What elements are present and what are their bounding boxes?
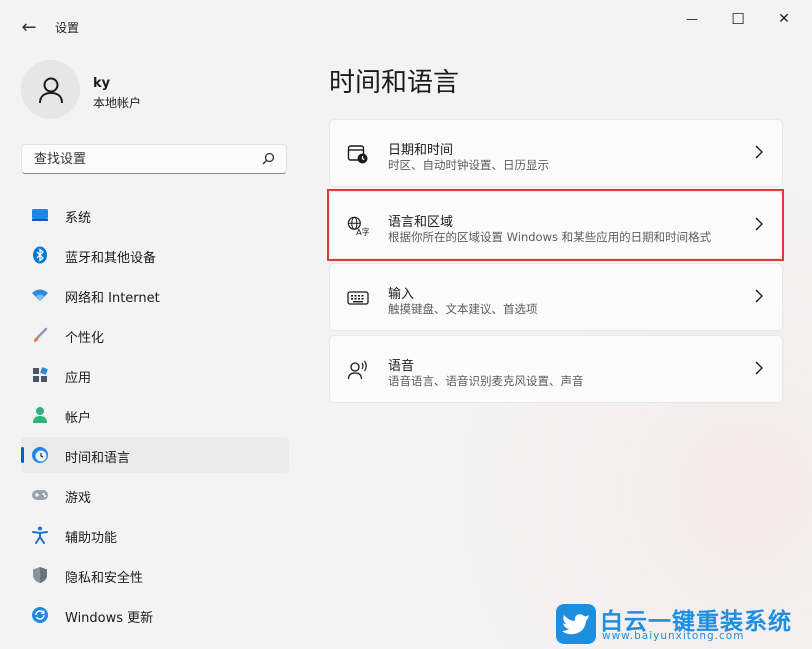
speech-icon: [347, 359, 369, 381]
account-type: 本地帐户: [93, 96, 142, 110]
sidebar-item-bluetooth[interactable]: 蓝牙和其他设备: [21, 237, 289, 273]
language-icon: A字: [347, 215, 369, 237]
card-input[interactable]: 输入 触摸键盘、文本建议、首选项: [329, 263, 783, 331]
sidebar-item-time-language[interactable]: 时间和语言: [21, 437, 289, 473]
card-title: 语音: [388, 359, 415, 374]
monitor-icon: [31, 206, 49, 224]
sidebar-item-label: 辅助功能: [65, 531, 118, 546]
minimize-icon: —: [686, 12, 698, 26]
sidebar-item-label: 帐户: [65, 411, 92, 426]
sidebar-item-apps[interactable]: 应用: [21, 357, 289, 393]
keyboard-icon: [347, 287, 369, 309]
card-date-time[interactable]: 日期和时间 时区、自动时钟设置、日历显示: [329, 119, 783, 187]
card-subtitle: 时区、自动时钟设置、日历显示: [388, 158, 549, 172]
sidebar-item-label: 个性化: [65, 331, 105, 346]
sidebar-item-label: 网络和 Internet: [65, 291, 160, 306]
chevron-right-icon: [755, 145, 763, 159]
accessibility-icon: [31, 526, 49, 544]
chevron-right-icon: [755, 361, 763, 375]
sidebar-item-network[interactable]: 网络和 Internet: [21, 277, 289, 313]
search-input[interactable]: [32, 151, 256, 168]
update-icon: [31, 606, 49, 624]
card-title: 输入: [388, 287, 415, 302]
title-bar: ← 设置 — ☐ ✕: [0, 0, 812, 48]
wifi-icon: [31, 286, 49, 304]
svg-text:A字: A字: [356, 227, 369, 237]
maximize-icon: ☐: [731, 10, 745, 28]
person-icon: [31, 406, 49, 424]
gamepad-icon: [31, 486, 49, 504]
settings-window: ← 设置 — ☐ ✕ ky 本地帐户 系统 蓝牙和其他设备 网络和 Intern…: [0, 0, 812, 649]
card-speech[interactable]: 语音 语音语言、语音识别麦克风设置、声音: [329, 335, 783, 403]
app-title: 设置: [55, 21, 80, 35]
avatar[interactable]: [21, 60, 80, 119]
card-title: 日期和时间: [388, 143, 454, 158]
card-subtitle: 触摸键盘、文本建议、首选项: [388, 302, 538, 316]
sidebar-item-accessibility[interactable]: 辅助功能: [21, 517, 289, 553]
search-box[interactable]: [21, 144, 287, 174]
chevron-right-icon: [755, 289, 763, 303]
sidebar-item-system[interactable]: 系统: [21, 197, 289, 233]
bird-logo-icon: [556, 604, 596, 644]
card-subtitle: 根据你所在的区域设置 Windows 和某些应用的日期和时间格式: [388, 230, 712, 244]
person-icon: [38, 77, 63, 103]
close-button[interactable]: ✕: [762, 2, 806, 36]
globe-clock-icon: [31, 446, 49, 464]
search-icon: [262, 152, 275, 165]
card-subtitle: 语音语言、语音识别麦克风设置、声音: [388, 374, 584, 388]
back-button[interactable]: ←: [14, 12, 44, 42]
sidebar-item-accounts[interactable]: 帐户: [21, 397, 289, 433]
bluetooth-icon: [31, 246, 49, 264]
sidebar-item-label: Windows 更新: [65, 611, 154, 626]
sidebar-item-label: 蓝牙和其他设备: [65, 251, 157, 266]
maximize-button[interactable]: ☐: [716, 2, 760, 36]
sidebar-item-gaming[interactable]: 游戏: [21, 477, 289, 513]
sidebar-item-label: 隐私和安全性: [65, 571, 144, 586]
watermark: 白云一键重装系统 www.baiyunxitong.com: [556, 604, 806, 644]
page-title: 时间和语言: [329, 68, 460, 98]
sidebar-nav: 系统 蓝牙和其他设备 网络和 Internet 个性化 应用 帐户 时间和语言: [21, 197, 289, 637]
brush-icon: [31, 326, 49, 344]
apps-icon: [31, 366, 49, 384]
close-icon: ✕: [778, 11, 790, 27]
back-arrow-icon: ←: [21, 16, 37, 38]
card-title: 语言和区域: [388, 215, 454, 230]
sidebar-item-label: 游戏: [65, 491, 92, 506]
calendar-clock-icon: [347, 143, 369, 165]
sidebar-item-label: 应用: [65, 371, 92, 386]
sidebar-item-personalization[interactable]: 个性化: [21, 317, 289, 353]
shield-icon: [31, 566, 49, 584]
card-language-region[interactable]: A字 语言和区域 根据你所在的区域设置 Windows 和某些应用的日期和时间格…: [329, 191, 783, 259]
user-name: ky: [93, 76, 111, 91]
minimize-button[interactable]: —: [670, 2, 714, 36]
sidebar-item-label: 系统: [65, 211, 92, 226]
watermark-url: www.baiyunxitong.com: [602, 630, 745, 642]
sidebar-item-privacy[interactable]: 隐私和安全性: [21, 557, 289, 593]
sidebar-item-label: 时间和语言: [65, 451, 131, 466]
chevron-right-icon: [755, 217, 763, 231]
sidebar-item-windows-update[interactable]: Windows 更新: [21, 597, 289, 633]
